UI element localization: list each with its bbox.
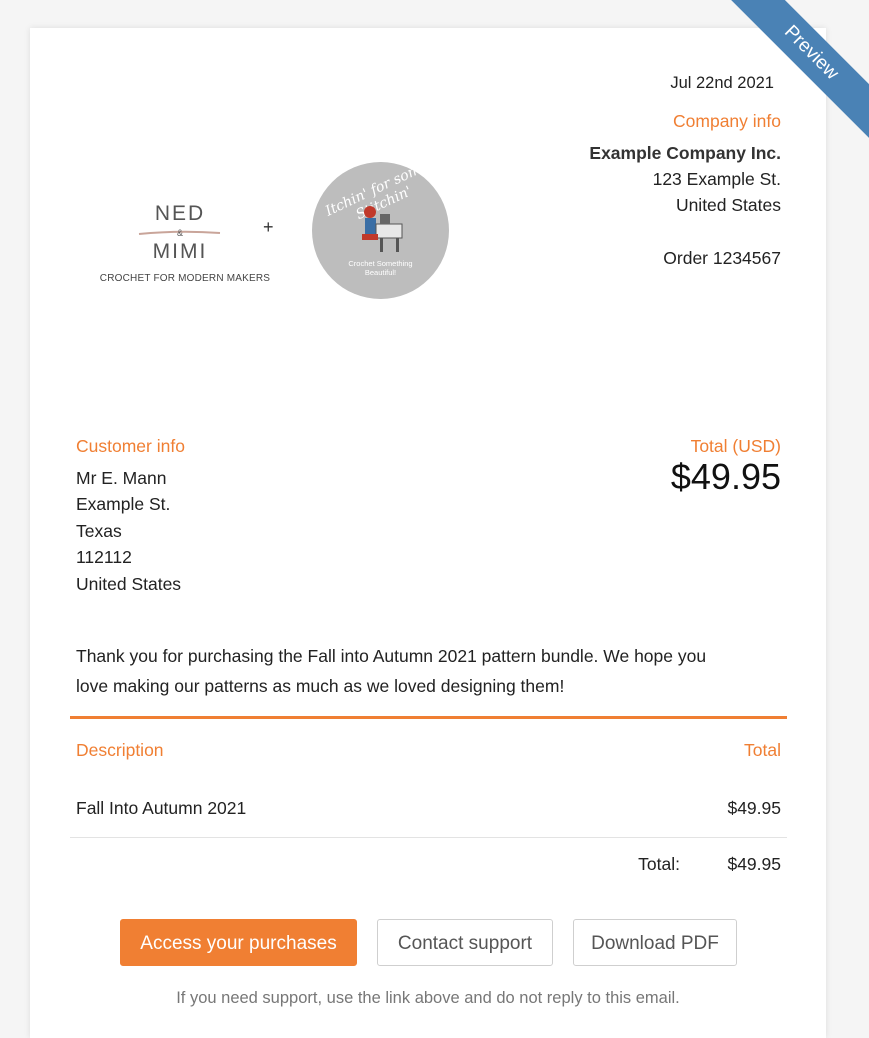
order-number: Order 1234567 [663,248,781,268]
customer-state: Texas [76,521,122,541]
row-divider [70,837,787,838]
customer-zip: 112112 [76,547,132,567]
total-amount: $49.95 [670,456,781,497]
sewing-figure-icon [362,206,403,252]
section-divider [70,716,787,719]
support-note: If you need support, use the link above … [176,989,680,1007]
customer-info-heading: Customer info [76,436,185,456]
receipt-card: Jul 22nd 2021 Company info Example Compa… [30,28,826,1038]
plus-sign: + [263,217,274,237]
access-purchases-button[interactable]: Access your purchases [120,919,357,966]
stitchin-badge-logo: Itchin' for some Stitchin' Crochet Somet… [312,162,449,299]
customer-street: Example St. [76,494,171,514]
company-name: Example Company Inc. [589,143,781,163]
summary-total-label: Total: [638,854,680,874]
download-pdf-button[interactable]: Download PDF [573,919,737,966]
description-column-header: Description [76,740,164,760]
ned-mimi-logo: NED & MIMI CROCHET FOR MODERN MAKERS [99,202,271,284]
thank-you-message: Thank you for purchasing the Fall into A… [76,646,707,696]
preview-ribbon-label: Preview [729,0,869,140]
contact-support-button[interactable]: Contact support [377,919,553,966]
preview-ribbon: Preview [729,0,869,140]
line-item-total: $49.95 [727,798,781,818]
customer-country: United States [76,574,182,594]
company-street: 123 Example St. [652,169,781,189]
customer-name: Mr E. Mann [76,468,167,488]
line-item-description: Fall Into Autumn 2021 [76,798,247,818]
total-column-header: Total [744,740,781,760]
company-country: United States [675,195,781,215]
summary-total-value: $49.95 [727,854,781,874]
